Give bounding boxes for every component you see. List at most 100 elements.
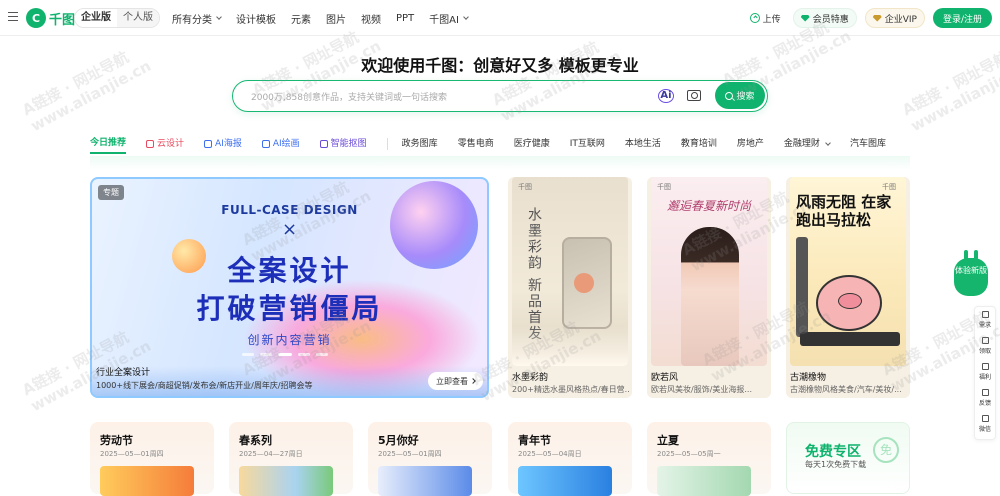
enterprise-vip-button[interactable]: 企业VIP (864, 8, 925, 28)
sidebar-item-welfare[interactable]: 福利 (975, 359, 995, 385)
topic-card[interactable]: 春系列 2025—04—27周日 (229, 422, 353, 496)
poster-logo: 千图 (518, 183, 532, 191)
ai-poster-icon (204, 140, 213, 148)
topbar-right: 上传 会员特惠 企业VIP 登录/注册 (746, 8, 992, 28)
topic-date: 2025—05—05周一 (657, 450, 721, 458)
sidebar-item-feedback[interactable]: 反馈 (975, 385, 995, 411)
banner-title-line1: 全案设计 (227, 254, 352, 287)
nav-ppt[interactable]: PPT (396, 13, 414, 24)
poster-image: 千图 邂逅春夏新时尚 (651, 177, 767, 366)
nav-elements[interactable]: 元素 (291, 11, 311, 26)
model-figure (681, 227, 739, 366)
top-bar: C 千图 企业版 个人版 所有分类 设计模板 元素 图片 视频 PPT 千图AI… (0, 0, 1000, 36)
topic-thumbnail (657, 466, 751, 496)
topic-title: 青年节 (518, 434, 551, 447)
tab-smart-cutout[interactable]: 智能抠图 (319, 134, 367, 154)
nav-design-templates[interactable]: 设计模板 (236, 11, 276, 26)
logo-text: 千图 (49, 12, 76, 28)
topic-title: 劳动节 (100, 434, 133, 447)
poster-art-text: 水墨彩韵 新品首发 (526, 207, 542, 342)
wechat-icon (981, 415, 989, 422)
poster-logo: 千图 (882, 183, 896, 191)
cloud-design-icon (146, 140, 155, 148)
view-now-button[interactable]: 立即查看 (428, 372, 483, 390)
upload-icon (749, 13, 760, 23)
tabs-glow (90, 156, 910, 170)
tab-education[interactable]: 教育培训 (681, 134, 717, 154)
sidebar-item-wechat[interactable]: 微信 (975, 411, 995, 437)
carousel-dots[interactable] (242, 353, 328, 356)
sidebar-item-demand[interactable]: 需求 (975, 307, 995, 333)
tab-ai-poster[interactable]: AI海报 (204, 134, 242, 154)
poster-name: 欧若风 (651, 373, 679, 383)
menu-icon[interactable] (8, 12, 18, 21)
rabbit-ear-icon (964, 250, 968, 260)
free-zone-title: 免费专区 (805, 444, 861, 460)
banner-subtitle: 创新内容营销 (247, 333, 332, 347)
topic-card[interactable]: 劳动节 2025—05—01周四 (90, 422, 214, 496)
feedback-icon (981, 389, 989, 396)
tab-it[interactable]: IT互联网 (570, 134, 605, 154)
logo[interactable]: C 千图 (26, 8, 75, 28)
topic-date: 2025—05—01周四 (378, 450, 442, 458)
topic-date: 2025—04—27周日 (239, 450, 303, 458)
search-input[interactable]: 2000万,858创意作品，支持关键词或一句话搜索 (251, 90, 447, 103)
tab-today-recommend[interactable]: 今日推荐 (90, 134, 127, 154)
ai-search-icon[interactable]: Ai (658, 89, 674, 103)
category-tabs: 今日推荐 云设计 AI海报 AI绘画 智能抠图 政务图库 零售电商 医疗健康 I… (90, 134, 906, 154)
search-button[interactable]: 搜索 (715, 82, 765, 109)
demand-icon (981, 311, 989, 318)
poster-card[interactable]: 千图 邂逅春夏新时尚 欧若风 欧若风美妆/服饰/美业海报... (647, 177, 771, 398)
edition-personal[interactable]: 个人版 (117, 9, 159, 27)
divider (386, 138, 388, 150)
tab-local-life[interactable]: 本地生活 (625, 134, 661, 154)
poster-desc: 200+精选水墨风格热点/春日营... (512, 385, 630, 394)
nav-videos[interactable]: 视频 (361, 11, 381, 26)
ai-painting-icon (261, 140, 270, 148)
main-nav: 所有分类 设计模板 元素 图片 视频 PPT 千图AI (172, 0, 483, 36)
search-icon (725, 91, 734, 100)
nav-images[interactable]: 图片 (326, 11, 346, 26)
tab-retail[interactable]: 零售电商 (458, 134, 494, 154)
tab-real-estate[interactable]: 房地产 (737, 134, 764, 154)
tab-finance[interactable]: 金融理财 (784, 134, 831, 154)
poster-desc: 古潮橡物风格美食/汽车/美妆/... (790, 385, 902, 394)
tab-automobile[interactable]: 汽车图库 (850, 134, 886, 154)
banner-name: 行业全案设计 (96, 368, 151, 378)
camera-icon[interactable] (687, 90, 701, 101)
topic-card[interactable]: 5月你好 2025—05—01周四 (368, 422, 492, 496)
topic-card[interactable]: 青年节 2025—05—04周日 (508, 422, 632, 496)
diamond-icon (872, 14, 882, 22)
edition-switch[interactable]: 企业版 个人版 (74, 8, 160, 28)
poster-card[interactable]: 风雨无阻 在家跑出马拉松 千图 古潮橡物 古潮橡物风格美食/汽车/美妆/... (786, 177, 910, 398)
banner-title-line2: 打破营销僵局 (196, 292, 383, 325)
rabbit-ear-icon (974, 250, 978, 260)
topic-thumbnail (100, 466, 194, 496)
tab-ai-painting[interactable]: AI绘画 (261, 134, 300, 154)
treadmill-belt (800, 332, 900, 346)
vip-offer-button[interactable]: 会员特惠 (792, 8, 857, 28)
topic-title: 5月你好 (378, 434, 419, 447)
nav-all-categories[interactable]: 所有分类 (172, 11, 222, 26)
free-zone-card[interactable]: 免费专区 每天1次免费下载 免 (786, 422, 910, 494)
poster-desc: 欧若风美妆/服饰/美业海报... (651, 385, 753, 394)
login-register-button[interactable]: 登录/注册 (932, 8, 992, 28)
cutout-icon (319, 140, 328, 148)
logo-mark-icon: C (26, 8, 46, 28)
topic-card[interactable]: 立夏 2025—05—05周一 (647, 422, 771, 496)
tab-cloud-design[interactable]: 云设计 (146, 134, 184, 154)
chevron-down-icon (216, 14, 222, 20)
sidebar-item-claim[interactable]: 领取 (975, 333, 995, 359)
topic-thumbnail (518, 466, 612, 496)
featured-banner[interactable]: 专题 FULL-CASE DESIGN × 全案设计 打破营销僵局 创新内容营销… (90, 177, 489, 398)
tab-medical[interactable]: 医疗健康 (514, 134, 550, 154)
poster-name: 古潮橡物 (790, 373, 827, 383)
chevron-right-icon (470, 378, 476, 384)
tab-government[interactable]: 政务图库 (402, 134, 438, 154)
upload-button[interactable]: 上传 (746, 12, 785, 25)
poster-card[interactable]: 千图 水墨彩韵 新品首发 水墨彩韵 200+精选水墨风格热点/春日营... (508, 177, 632, 398)
poster-art-text: 邂逅春夏新时尚 (666, 199, 751, 213)
nav-qiantu-ai[interactable]: 千图AI (429, 11, 469, 26)
try-new-version-button[interactable]: 体验新版 (954, 250, 988, 296)
edition-enterprise[interactable]: 企业版 (75, 9, 117, 27)
